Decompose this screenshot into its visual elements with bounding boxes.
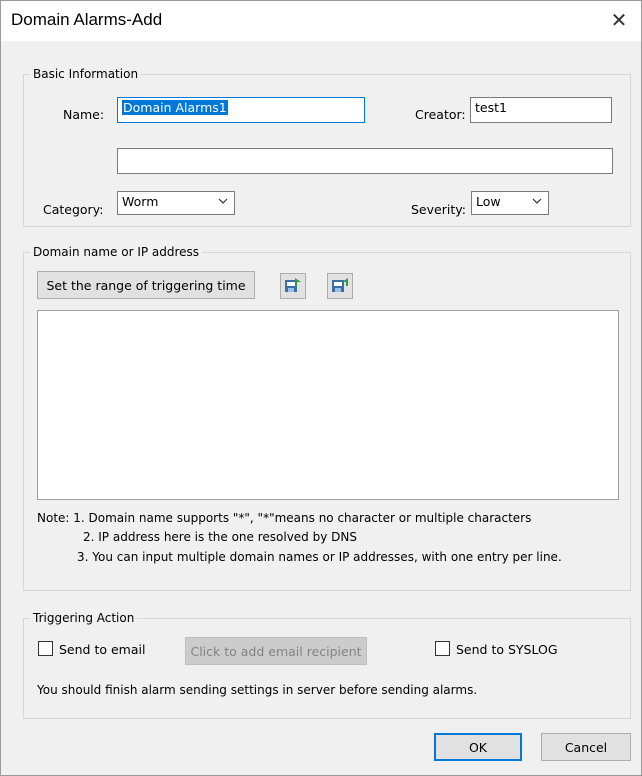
chevron-down-icon (532, 198, 542, 204)
note-line-2: 2. IP address here is the one resolved b… (83, 530, 357, 544)
export-icon (332, 278, 348, 292)
name-label: Name: (63, 107, 105, 122)
alarm-settings-hint: You should finish alarm sending settings… (37, 683, 478, 697)
cancel-button[interactable]: Cancel (541, 733, 631, 761)
severity-select[interactable]: Low (471, 191, 549, 215)
cancel-label: Cancel (564, 739, 608, 755)
domain-list-input[interactable] (37, 310, 619, 500)
category-label: Category: (43, 202, 104, 217)
note-line-3: 3. You can input multiple domain names o… (77, 550, 562, 564)
chevron-down-icon (218, 198, 228, 204)
send-email-label[interactable]: Send to email (59, 642, 145, 657)
import-button[interactable] (280, 273, 306, 299)
send-syslog-checkbox[interactable] (435, 641, 450, 656)
ok-button[interactable]: OK (434, 733, 522, 761)
title-bar: Domain Alarms-Add ✕ (1, 1, 641, 41)
export-button[interactable] (327, 273, 353, 299)
name-value: Domain Alarms1 (122, 100, 228, 115)
triggering-action-legend: Triggering Action (33, 611, 135, 625)
category-value: Worm (122, 194, 159, 209)
import-icon (285, 278, 301, 292)
send-email-checkbox[interactable] (38, 641, 53, 656)
category-select[interactable]: Worm (117, 191, 235, 215)
basic-information-legend: Basic Information (33, 67, 139, 81)
ok-label: OK (468, 739, 488, 755)
add-email-recipient-label: Click to add email recipient (190, 643, 362, 659)
severity-label: Severity: (411, 202, 466, 217)
close-button[interactable]: ✕ (603, 5, 635, 35)
close-icon: ✕ (610, 8, 628, 32)
set-trigger-time-range-button[interactable]: Set the range of triggering time (37, 271, 255, 299)
set-trigger-time-range-label: Set the range of triggering time (46, 277, 246, 293)
creator-label: Creator: (415, 107, 466, 122)
creator-value: test1 (475, 100, 507, 115)
dialog-window: Domain Alarms-Add ✕ Basic Information Na… (0, 0, 642, 776)
domain-legend: Domain name or IP address (33, 245, 200, 259)
creator-input[interactable]: test1 (470, 97, 612, 123)
description-input[interactable] (117, 148, 613, 174)
add-email-recipient-button[interactable]: Click to add email recipient (185, 637, 367, 665)
triggering-action-group: Triggering Action (23, 611, 631, 719)
severity-value: Low (476, 194, 501, 209)
dialog-title: Domain Alarms-Add (11, 10, 163, 29)
note-line-1: Note: 1. Domain name supports "*", "*"me… (37, 511, 532, 525)
send-syslog-label[interactable]: Send to SYSLOG (456, 642, 558, 657)
name-input[interactable]: Domain Alarms1 (117, 97, 365, 123)
